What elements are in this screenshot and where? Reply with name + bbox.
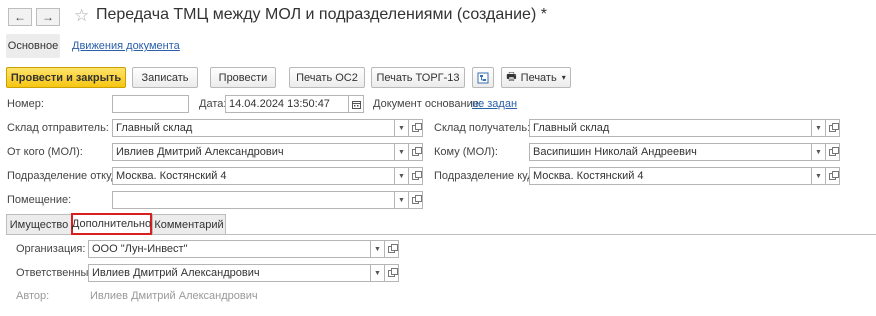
warehouse-to-dropdown[interactable]: ▼ (812, 119, 826, 137)
dept-from-dropdown[interactable]: ▼ (395, 167, 409, 185)
organization-field[interactable]: ООО "Лун-Инвест" (88, 240, 371, 258)
forward-button[interactable]: → (36, 8, 60, 26)
calendar-button[interactable] (349, 95, 364, 113)
print-torg13-button[interactable]: Печать ТОРГ-13 (371, 67, 465, 88)
number-field[interactable] (112, 95, 189, 113)
print-label: Печать (520, 71, 557, 84)
chevron-down-icon: ▼ (398, 172, 405, 180)
save-button[interactable]: Записать (132, 67, 198, 88)
from-mol-field[interactable]: Ивлиев Дмитрий Александрович (112, 143, 395, 161)
chevron-down-icon: ▼ (374, 245, 381, 253)
date-label: Дата: (199, 98, 227, 110)
structure-button[interactable] (472, 67, 494, 88)
tab-additional[interactable]: Дополнительно (71, 213, 152, 235)
dept-from-label: Подразделение откуда: (7, 170, 127, 182)
chevron-down-icon: ▼ (398, 124, 405, 132)
responsible-label: Ответственный: (16, 267, 98, 279)
responsible-open-button[interactable] (385, 264, 399, 282)
warehouse-from-open-button[interactable] (409, 119, 423, 137)
structure-icon (477, 72, 489, 83)
open-icon (412, 122, 422, 132)
dept-to-dropdown[interactable]: ▼ (812, 167, 826, 185)
to-mol-label: Кому (МОЛ): (434, 146, 498, 158)
dept-to-field[interactable]: Москва. Костянский 4 (529, 167, 812, 185)
nav-document-movements[interactable]: Движения документа (72, 40, 180, 52)
dept-from-field[interactable]: Москва. Костянский 4 (112, 167, 395, 185)
warehouse-from-dropdown[interactable]: ▼ (395, 119, 409, 137)
organization-open-button[interactable] (385, 240, 399, 258)
room-label: Помещение: (7, 194, 72, 206)
print-os2-button[interactable]: Печать ОС2 (289, 67, 365, 88)
room-dropdown[interactable]: ▼ (395, 191, 409, 209)
number-label: Номер: (7, 98, 44, 110)
arrow-right-icon: → (42, 10, 54, 24)
printer-icon: 🖶 (506, 71, 517, 83)
dept-to-open-button[interactable] (826, 167, 840, 185)
chevron-down-icon: ▼ (398, 196, 405, 204)
open-icon (829, 146, 839, 156)
responsible-dropdown[interactable]: ▼ (371, 264, 385, 282)
open-icon (412, 170, 422, 180)
warehouse-from-field[interactable]: Главный склад (112, 119, 395, 137)
post-button[interactable]: Провести (210, 67, 276, 88)
from-mol-label: От кого (МОЛ): (7, 146, 83, 158)
responsible-field[interactable]: Ивлиев Дмитрий Александрович (88, 264, 371, 282)
warehouse-from-label: Склад отправитель: (7, 122, 109, 134)
open-icon (412, 146, 422, 156)
calendar-icon (351, 100, 361, 109)
open-icon (412, 194, 422, 204)
chevron-down-icon: ▼ (398, 148, 405, 156)
open-icon (829, 122, 839, 132)
open-icon (388, 243, 398, 253)
open-icon (388, 267, 398, 277)
warehouse-to-field[interactable]: Главный склад (529, 119, 812, 137)
date-field[interactable]: 14.04.2024 13:50:47 (225, 95, 349, 113)
chevron-down-icon: ▼ (815, 172, 822, 180)
back-button[interactable]: ← (8, 8, 32, 26)
basis-document-label: Документ основание: (373, 98, 482, 110)
arrow-left-icon: ← (14, 10, 26, 24)
chevron-down-icon: ▼ (374, 269, 381, 277)
tab-property[interactable]: Имущество (6, 214, 72, 234)
author-value: Ивлиев Дмитрий Александрович (90, 290, 258, 302)
print-menu-button[interactable]: 🖶 Печать ▾ (501, 67, 571, 88)
nav-main[interactable]: Основное (6, 34, 60, 58)
post-and-close-button[interactable]: Провести и закрыть (6, 67, 126, 88)
from-mol-dropdown[interactable]: ▼ (395, 143, 409, 161)
dept-to-label: Подразделение куда: (434, 170, 543, 182)
warehouse-to-open-button[interactable] (826, 119, 840, 137)
favorite-star-icon[interactable]: ☆ (74, 6, 89, 26)
to-mol-dropdown[interactable]: ▼ (812, 143, 826, 161)
open-icon (829, 170, 839, 180)
warehouse-to-label: Склад получатель: (434, 122, 531, 134)
chevron-down-icon: ▼ (815, 148, 822, 156)
dept-from-open-button[interactable] (409, 167, 423, 185)
basis-document-link[interactable]: не задан (472, 98, 517, 110)
author-label: Автор: (16, 290, 50, 302)
to-mol-open-button[interactable] (826, 143, 840, 161)
organization-dropdown[interactable]: ▼ (371, 240, 385, 258)
chevron-down-icon: ▾ (561, 73, 566, 82)
organization-label: Организация: (16, 243, 86, 255)
chevron-down-icon: ▼ (815, 124, 822, 132)
tab-comment[interactable]: Комментарий (152, 214, 226, 234)
from-mol-open-button[interactable] (409, 143, 423, 161)
window-title: Передача ТМЦ между МОЛ и подразделениями… (96, 6, 547, 23)
room-field[interactable] (112, 191, 395, 209)
room-open-button[interactable] (409, 191, 423, 209)
to-mol-field[interactable]: Васипишин Николай Андреевич (529, 143, 812, 161)
